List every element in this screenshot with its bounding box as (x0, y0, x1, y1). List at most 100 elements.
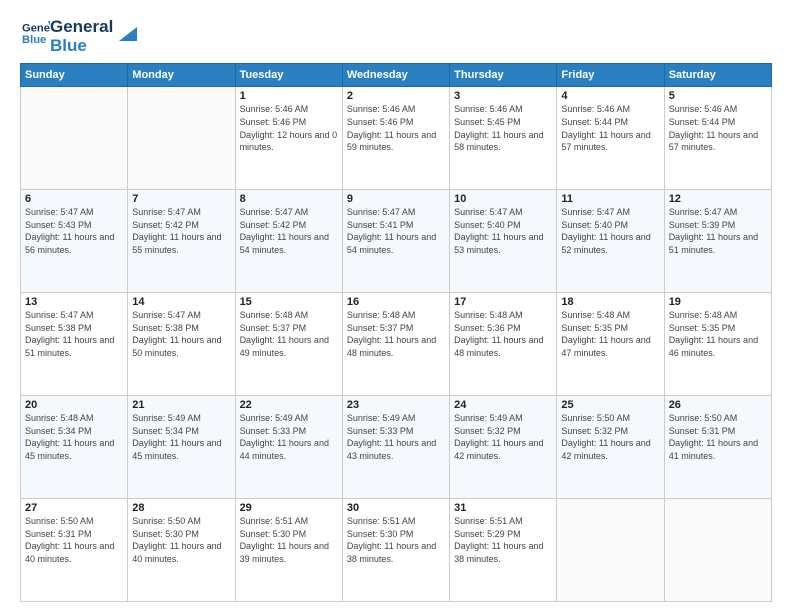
day-info: Sunrise: 5:47 AM Sunset: 5:38 PM Dayligh… (132, 309, 230, 359)
calendar-cell: 16Sunrise: 5:48 AM Sunset: 5:37 PM Dayli… (342, 293, 449, 396)
calendar-cell (557, 499, 664, 602)
day-number: 10 (454, 193, 552, 205)
calendar-cell: 26Sunrise: 5:50 AM Sunset: 5:31 PM Dayli… (664, 396, 771, 499)
day-info: Sunrise: 5:48 AM Sunset: 5:37 PM Dayligh… (347, 309, 445, 359)
calendar-cell: 5Sunrise: 5:46 AM Sunset: 5:44 PM Daylig… (664, 87, 771, 190)
weekday-header-tuesday: Tuesday (235, 64, 342, 87)
day-number: 29 (240, 502, 338, 514)
calendar-cell: 31Sunrise: 5:51 AM Sunset: 5:29 PM Dayli… (450, 499, 557, 602)
day-info: Sunrise: 5:47 AM Sunset: 5:43 PM Dayligh… (25, 206, 123, 256)
calendar-cell: 11Sunrise: 5:47 AM Sunset: 5:40 PM Dayli… (557, 190, 664, 293)
weekday-header-friday: Friday (557, 64, 664, 87)
day-number: 7 (132, 193, 230, 205)
weekday-header-monday: Monday (128, 64, 235, 87)
day-number: 20 (25, 399, 123, 411)
day-number: 14 (132, 296, 230, 308)
day-info: Sunrise: 5:49 AM Sunset: 5:33 PM Dayligh… (240, 412, 338, 462)
day-info: Sunrise: 5:47 AM Sunset: 5:42 PM Dayligh… (132, 206, 230, 256)
day-number: 13 (25, 296, 123, 308)
calendar-cell: 17Sunrise: 5:48 AM Sunset: 5:36 PM Dayli… (450, 293, 557, 396)
day-number: 24 (454, 399, 552, 411)
calendar-cell: 24Sunrise: 5:49 AM Sunset: 5:32 PM Dayli… (450, 396, 557, 499)
calendar-cell: 15Sunrise: 5:48 AM Sunset: 5:37 PM Dayli… (235, 293, 342, 396)
day-info: Sunrise: 5:49 AM Sunset: 5:33 PM Dayligh… (347, 412, 445, 462)
day-number: 28 (132, 502, 230, 514)
weekday-header-wednesday: Wednesday (342, 64, 449, 87)
calendar-cell: 21Sunrise: 5:49 AM Sunset: 5:34 PM Dayli… (128, 396, 235, 499)
calendar-cell (664, 499, 771, 602)
day-number: 31 (454, 502, 552, 514)
calendar-cell: 27Sunrise: 5:50 AM Sunset: 5:31 PM Dayli… (21, 499, 128, 602)
day-info: Sunrise: 5:46 AM Sunset: 5:46 PM Dayligh… (347, 103, 445, 153)
day-number: 27 (25, 502, 123, 514)
calendar-table: SundayMondayTuesdayWednesdayThursdayFrid… (20, 63, 772, 602)
weekday-header-saturday: Saturday (664, 64, 771, 87)
svg-text:Blue: Blue (22, 34, 46, 46)
day-number: 17 (454, 296, 552, 308)
day-number: 1 (240, 90, 338, 102)
calendar-cell: 9Sunrise: 5:47 AM Sunset: 5:41 PM Daylig… (342, 190, 449, 293)
day-number: 25 (561, 399, 659, 411)
day-info: Sunrise: 5:51 AM Sunset: 5:30 PM Dayligh… (240, 515, 338, 565)
day-info: Sunrise: 5:47 AM Sunset: 5:39 PM Dayligh… (669, 206, 767, 256)
calendar-cell: 18Sunrise: 5:48 AM Sunset: 5:35 PM Dayli… (557, 293, 664, 396)
calendar-cell: 19Sunrise: 5:48 AM Sunset: 5:35 PM Dayli… (664, 293, 771, 396)
day-info: Sunrise: 5:50 AM Sunset: 5:32 PM Dayligh… (561, 412, 659, 462)
logo-line2: Blue (50, 37, 113, 56)
logo-line1: General (50, 18, 113, 37)
day-info: Sunrise: 5:48 AM Sunset: 5:37 PM Dayligh… (240, 309, 338, 359)
day-info: Sunrise: 5:47 AM Sunset: 5:40 PM Dayligh… (561, 206, 659, 256)
day-info: Sunrise: 5:46 AM Sunset: 5:45 PM Dayligh… (454, 103, 552, 153)
day-number: 12 (669, 193, 767, 205)
day-number: 26 (669, 399, 767, 411)
calendar-cell: 13Sunrise: 5:47 AM Sunset: 5:38 PM Dayli… (21, 293, 128, 396)
weekday-header-thursday: Thursday (450, 64, 557, 87)
calendar-cell: 2Sunrise: 5:46 AM Sunset: 5:46 PM Daylig… (342, 87, 449, 190)
weekday-header-sunday: Sunday (21, 64, 128, 87)
calendar-cell: 29Sunrise: 5:51 AM Sunset: 5:30 PM Dayli… (235, 499, 342, 602)
calendar-week-4: 20Sunrise: 5:48 AM Sunset: 5:34 PM Dayli… (21, 396, 772, 499)
day-info: Sunrise: 5:51 AM Sunset: 5:29 PM Dayligh… (454, 515, 552, 565)
day-number: 16 (347, 296, 445, 308)
calendar-cell: 20Sunrise: 5:48 AM Sunset: 5:34 PM Dayli… (21, 396, 128, 499)
day-info: Sunrise: 5:46 AM Sunset: 5:44 PM Dayligh… (561, 103, 659, 153)
calendar-cell: 28Sunrise: 5:50 AM Sunset: 5:30 PM Dayli… (128, 499, 235, 602)
day-info: Sunrise: 5:46 AM Sunset: 5:46 PM Dayligh… (240, 103, 338, 153)
day-number: 11 (561, 193, 659, 205)
day-number: 8 (240, 193, 338, 205)
day-number: 9 (347, 193, 445, 205)
day-number: 19 (669, 296, 767, 308)
day-number: 15 (240, 296, 338, 308)
logo-triangle-icon (115, 23, 137, 45)
day-info: Sunrise: 5:47 AM Sunset: 5:38 PM Dayligh… (25, 309, 123, 359)
calendar-week-5: 27Sunrise: 5:50 AM Sunset: 5:31 PM Dayli… (21, 499, 772, 602)
header: General Blue General Blue (20, 16, 772, 55)
day-number: 2 (347, 90, 445, 102)
day-number: 18 (561, 296, 659, 308)
logo: General Blue General Blue (20, 16, 137, 55)
day-info: Sunrise: 5:46 AM Sunset: 5:44 PM Dayligh… (669, 103, 767, 153)
day-info: Sunrise: 5:49 AM Sunset: 5:34 PM Dayligh… (132, 412, 230, 462)
day-number: 30 (347, 502, 445, 514)
day-info: Sunrise: 5:48 AM Sunset: 5:35 PM Dayligh… (561, 309, 659, 359)
day-info: Sunrise: 5:48 AM Sunset: 5:34 PM Dayligh… (25, 412, 123, 462)
calendar-cell: 6Sunrise: 5:47 AM Sunset: 5:43 PM Daylig… (21, 190, 128, 293)
calendar-cell: 30Sunrise: 5:51 AM Sunset: 5:30 PM Dayli… (342, 499, 449, 602)
day-info: Sunrise: 5:48 AM Sunset: 5:35 PM Dayligh… (669, 309, 767, 359)
day-info: Sunrise: 5:51 AM Sunset: 5:30 PM Dayligh… (347, 515, 445, 565)
calendar-cell: 4Sunrise: 5:46 AM Sunset: 5:44 PM Daylig… (557, 87, 664, 190)
day-info: Sunrise: 5:48 AM Sunset: 5:36 PM Dayligh… (454, 309, 552, 359)
svg-text:General: General (22, 23, 50, 35)
calendar-cell: 10Sunrise: 5:47 AM Sunset: 5:40 PM Dayli… (450, 190, 557, 293)
day-number: 6 (25, 193, 123, 205)
day-number: 23 (347, 399, 445, 411)
day-info: Sunrise: 5:47 AM Sunset: 5:41 PM Dayligh… (347, 206, 445, 256)
calendar-cell: 14Sunrise: 5:47 AM Sunset: 5:38 PM Dayli… (128, 293, 235, 396)
day-number: 4 (561, 90, 659, 102)
day-info: Sunrise: 5:47 AM Sunset: 5:40 PM Dayligh… (454, 206, 552, 256)
day-info: Sunrise: 5:50 AM Sunset: 5:31 PM Dayligh… (25, 515, 123, 565)
calendar-cell (21, 87, 128, 190)
day-info: Sunrise: 5:50 AM Sunset: 5:31 PM Dayligh… (669, 412, 767, 462)
calendar-cell: 22Sunrise: 5:49 AM Sunset: 5:33 PM Dayli… (235, 396, 342, 499)
day-info: Sunrise: 5:50 AM Sunset: 5:30 PM Dayligh… (132, 515, 230, 565)
